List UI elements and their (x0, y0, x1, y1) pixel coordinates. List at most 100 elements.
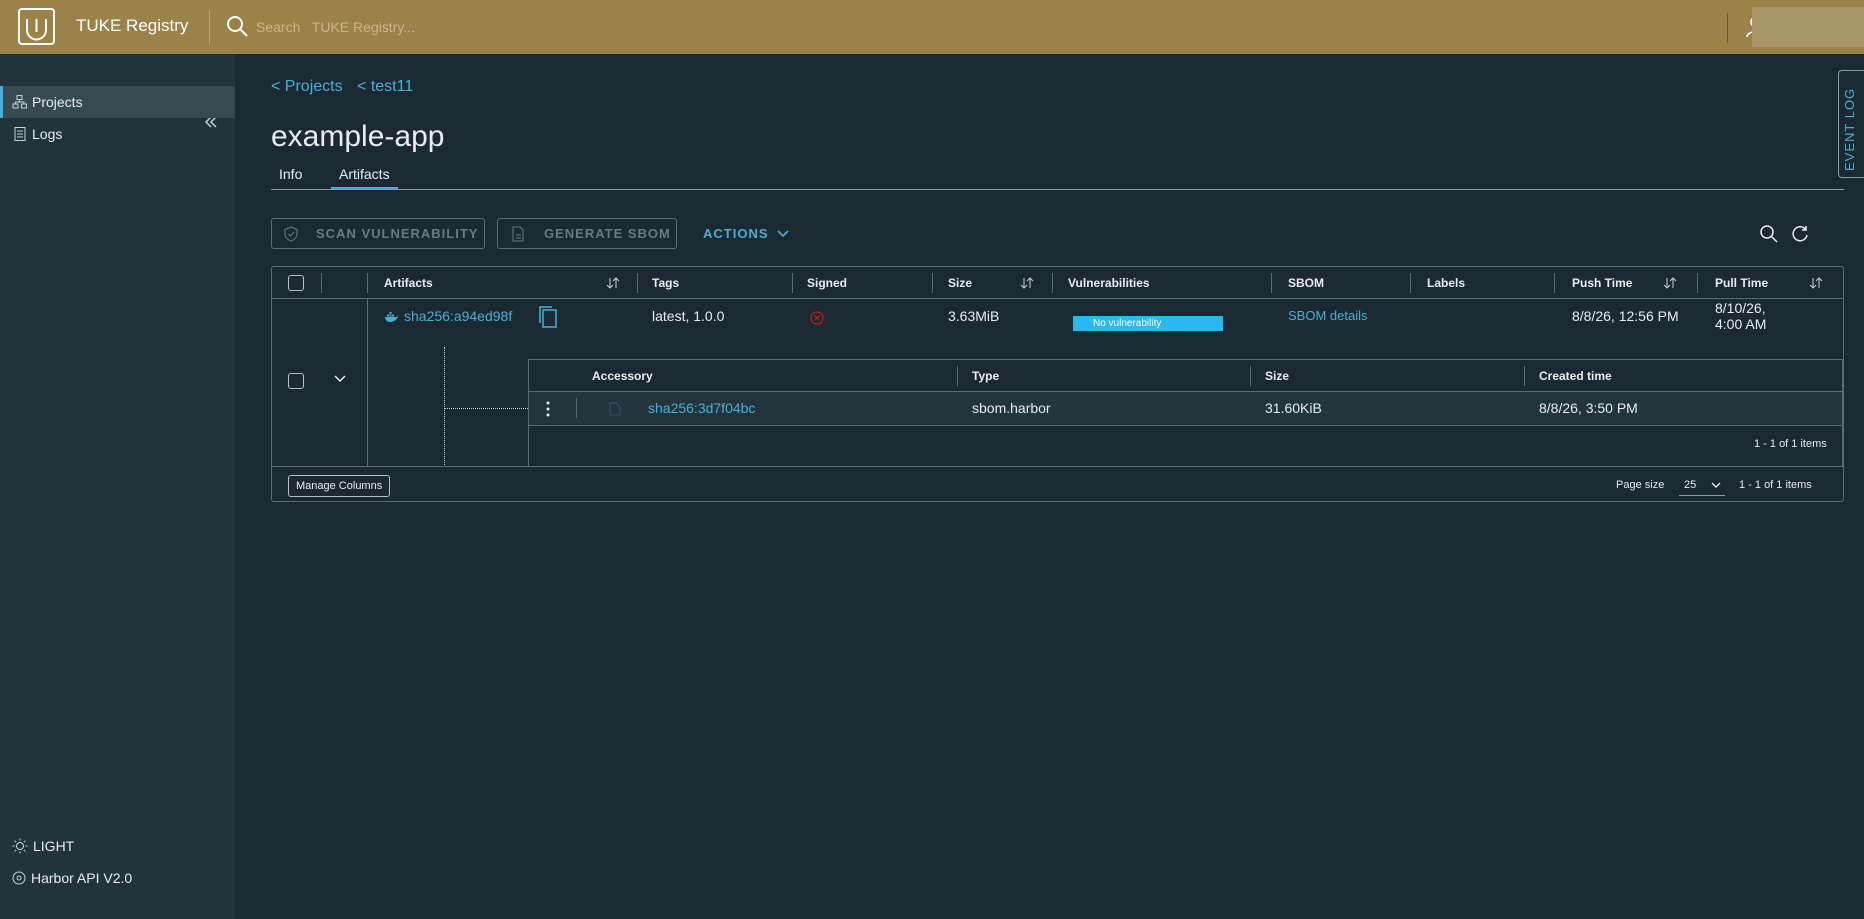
column-header-accessory-size: Size (1265, 369, 1290, 383)
api-icon (12, 871, 26, 885)
header-divider (209, 10, 210, 44)
column-header-size[interactable]: Size (948, 276, 972, 290)
chevron-down-icon (776, 229, 789, 237)
projects-icon (12, 95, 27, 109)
column-divider (1697, 273, 1698, 293)
tree-connector (444, 347, 445, 465)
select-all-checkbox[interactable] (288, 275, 304, 291)
more-vertical-icon[interactable] (546, 401, 550, 417)
column-divider (957, 366, 958, 386)
scan-vulnerability-button[interactable]: SCAN VULNERABILITY (271, 218, 485, 249)
tab-info[interactable]: Info (279, 166, 302, 190)
accessory-size: 31.60KiB (1265, 400, 1322, 416)
column-divider (1410, 273, 1411, 293)
page-size-value: 25 (1684, 478, 1697, 491)
accessory-digest-link[interactable]: sha256:3d7f04bc (648, 400, 755, 416)
page-size-label: Page size (1616, 479, 1665, 491)
breadcrumb: < Projects < test11 (271, 78, 423, 96)
sidebar: Projects Logs LIGHT Harbor API V2.0 (0, 54, 235, 919)
artifacts-grid: Artifacts Tags Signed Size Vulnerabiliti… (271, 266, 1844, 502)
search-icon[interactable] (225, 14, 249, 38)
column-divider (1271, 273, 1272, 293)
tab-artifacts[interactable]: Artifacts (331, 166, 398, 190)
actions-label: ACTIONS (703, 226, 769, 241)
accessory-table: Accessory Type Size Created time sha256:… (528, 359, 1843, 467)
harbor-api-link[interactable]: Harbor API V2.0 (12, 870, 132, 886)
accessory-header: Accessory Type Size Created time (529, 360, 1842, 392)
generate-sbom-label: GENERATE SBOM (544, 226, 671, 241)
unsigned-x-icon (810, 311, 824, 325)
app-title[interactable]: TUKE Registry (76, 16, 188, 36)
column-header-sbom[interactable]: SBOM (1288, 276, 1324, 290)
sun-icon (12, 838, 28, 854)
actions-dropdown[interactable]: ACTIONS (703, 226, 789, 241)
event-log-tab[interactable]: EVENT LOG (1838, 70, 1864, 178)
sbom-details-link[interactable]: SBOM details (1288, 308, 1367, 323)
sort-icon[interactable] (1663, 276, 1677, 290)
sbom-file-icon (609, 402, 621, 416)
column-divider (1524, 366, 1525, 386)
user-menu[interactable] (1752, 7, 1864, 47)
push-time: 8/8/26, 12:56 PM (1572, 308, 1679, 324)
pull-time-hour: 4:00 AM (1715, 316, 1767, 332)
refresh-icon[interactable] (1790, 224, 1810, 244)
pull-time-date: 8/10/26, (1715, 300, 1766, 316)
shield-icon (284, 225, 298, 242)
column-divider (1250, 366, 1251, 386)
column-header-signed[interactable]: Signed (807, 276, 847, 290)
tab-bar: Info Artifacts (271, 164, 1844, 190)
artifact-tags: latest, 1.0.0 (652, 308, 725, 324)
logs-icon (14, 127, 26, 141)
sidebar-item-label: Projects (32, 94, 83, 110)
artifact-digest-link[interactable]: sha256:a94ed98f (404, 308, 512, 324)
column-header-pull-time[interactable]: Pull Time (1715, 276, 1768, 290)
theme-toggle-label: LIGHT (33, 838, 75, 854)
column-header-type: Type (972, 369, 1000, 383)
top-header: TUKE Registry (0, 0, 1864, 54)
sort-icon[interactable] (1809, 276, 1823, 290)
search-input[interactable] (256, 14, 756, 40)
accessory-row: sha256:3d7f04bc sbom.harbor 31.60KiB 8/8… (529, 392, 1842, 426)
event-log-label: EVENT LOG (1842, 87, 1857, 171)
row-checkbox[interactable] (288, 373, 304, 389)
sidebar-item-projects[interactable]: Projects (0, 86, 235, 118)
column-header-vulnerabilities[interactable]: Vulnerabilities (1068, 276, 1150, 290)
tree-connector (445, 408, 528, 409)
artifact-size: 3.63MiB (948, 308, 1000, 324)
row-divider (367, 299, 368, 466)
chevron-down-icon[interactable] (334, 375, 346, 383)
column-divider (932, 273, 933, 293)
copy-icon[interactable] (538, 305, 558, 329)
column-header-tags[interactable]: Tags (652, 276, 679, 290)
column-header-labels[interactable]: Labels (1427, 276, 1465, 290)
generate-sbom-button[interactable]: GENERATE SBOM (497, 218, 677, 249)
sidebar-item-label: Logs (32, 126, 63, 142)
breadcrumb-test11[interactable]: < test11 (357, 78, 413, 95)
tuke-logo-icon[interactable] (18, 8, 55, 45)
column-header-push-time[interactable]: Push Time (1572, 276, 1632, 290)
accessory-created-time: 8/8/26, 3:50 PM (1539, 400, 1638, 416)
manage-columns-button[interactable]: Manage Columns (288, 475, 391, 497)
docker-icon (385, 312, 399, 322)
column-header-artifacts[interactable]: Artifacts (384, 276, 433, 290)
sidebar-item-logs[interactable]: Logs (0, 118, 235, 150)
column-divider (637, 273, 638, 293)
grid-header: Artifacts Tags Signed Size Vulnerabiliti… (272, 267, 1843, 299)
breadcrumb-projects[interactable]: < Projects (271, 78, 343, 95)
page-title: example-app (271, 120, 445, 153)
header-divider-right (1727, 13, 1728, 43)
accessory-item-count: 1 - 1 of 1 items (1754, 438, 1827, 450)
vulnerability-badge[interactable]: No vulnerability (1073, 316, 1223, 331)
sort-icon[interactable] (1020, 276, 1034, 290)
column-divider (367, 273, 368, 293)
accessory-type: sbom.harbor (972, 400, 1051, 416)
sort-icon[interactable] (606, 276, 620, 290)
grid-footer: Manage Columns Page size 25 1 - 1 of 1 i… (272, 466, 1843, 502)
harbor-api-label: Harbor API V2.0 (31, 870, 133, 886)
column-divider (1554, 273, 1555, 293)
column-divider (576, 398, 577, 418)
column-header-accessory: Accessory (592, 369, 653, 383)
grid-search-icon[interactable] (1759, 224, 1779, 244)
theme-toggle[interactable]: LIGHT (12, 838, 74, 854)
page-size-select[interactable]: 25 (1679, 474, 1725, 496)
